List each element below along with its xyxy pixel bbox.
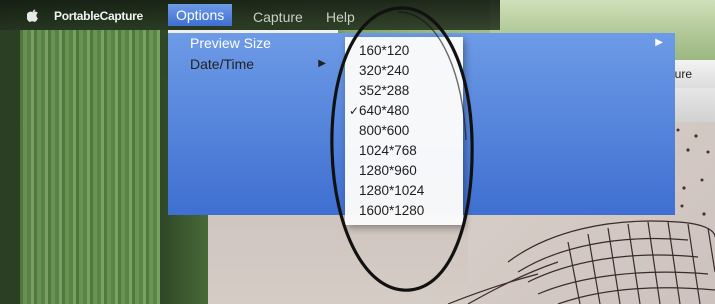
menu-item-size[interactable]: 1600*1280 [345,201,463,221]
size-label: 800*600 [359,123,410,138]
menu-item-size[interactable]: 320*240 [345,61,463,81]
menu-item-date-time[interactable]: Date/Time ▶ [168,54,338,74]
size-label: 352*288 [359,83,410,98]
options-menu: Preview Size ▶ Date/Time ▶ [168,30,675,215]
size-label: 1280*960 [359,163,417,178]
checkmark-icon: ✓ [349,104,360,118]
menu-item-size-selected[interactable]: ✓ 640*480 [345,101,463,121]
size-label: 160*120 [359,43,410,58]
background-plank [20,30,160,304]
menu-item-size[interactable]: 800*600 [345,121,463,141]
preview-size-menu: 160*120 320*240 352*288 ✓ 640*480 800*60… [345,37,463,225]
menu-item-size[interactable]: 1280*1024 [345,181,463,201]
menu-item-size[interactable]: 160*120 [345,41,463,61]
menu-help[interactable]: Help [318,7,363,27]
menu-item-label: Date/Time [190,56,255,72]
size-label: 640*480 [359,103,410,118]
submenu-arrow-icon: ▶ [318,58,326,69]
menu-item-size[interactable]: 352*288 [345,81,463,101]
menu-capture[interactable]: Capture [245,7,311,27]
apple-icon[interactable] [27,9,39,22]
menu-item-size[interactable]: 1280*960 [345,161,463,181]
menu-bar: PortableCapture Options Capture Help [0,0,500,30]
menu-item-size[interactable]: 1024*768 [345,141,463,161]
app-name[interactable]: PortableCapture [54,9,143,23]
size-label: 1280*1024 [359,183,425,198]
size-label: 1024*768 [359,143,417,158]
size-label: 320*240 [359,63,410,78]
menu-item-label: Preview Size [190,35,271,51]
menu-options[interactable]: Options [168,4,233,26]
size-label: 1600*1280 [359,203,425,218]
submenu-arrow-icon: ▶ [655,37,663,48]
background-plank [0,30,22,304]
